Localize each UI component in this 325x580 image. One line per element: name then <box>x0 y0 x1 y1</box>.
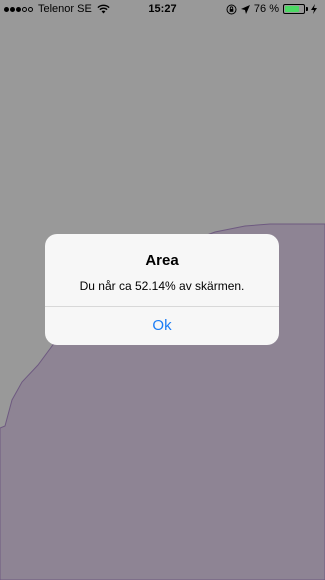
alert-title: Area <box>145 252 179 269</box>
battery-cap <box>306 7 308 11</box>
battery-level-fill <box>285 6 299 12</box>
status-bar: Telenor SE 15:27 76 % <box>0 0 325 20</box>
alert-overlay: Area Du når ca 52.14% av skärmen. Ok <box>0 0 325 580</box>
area-alert-dialog: Area Du når ca 52.14% av skärmen. Ok <box>45 234 279 345</box>
location-arrow-icon <box>240 4 250 14</box>
battery-icon <box>283 4 305 14</box>
screen: Telenor SE 15:27 76 % Area Du når ca 52.… <box>0 0 325 580</box>
status-bar-right: 76 % <box>226 3 321 15</box>
alert-message: Du når ca 52.14% av skärmen. <box>79 279 245 293</box>
charging-bolt-icon <box>311 4 317 14</box>
rotation-lock-icon <box>226 4 237 14</box>
ok-button[interactable]: Ok <box>45 307 279 345</box>
battery-percentage: 76 % <box>253 3 279 15</box>
